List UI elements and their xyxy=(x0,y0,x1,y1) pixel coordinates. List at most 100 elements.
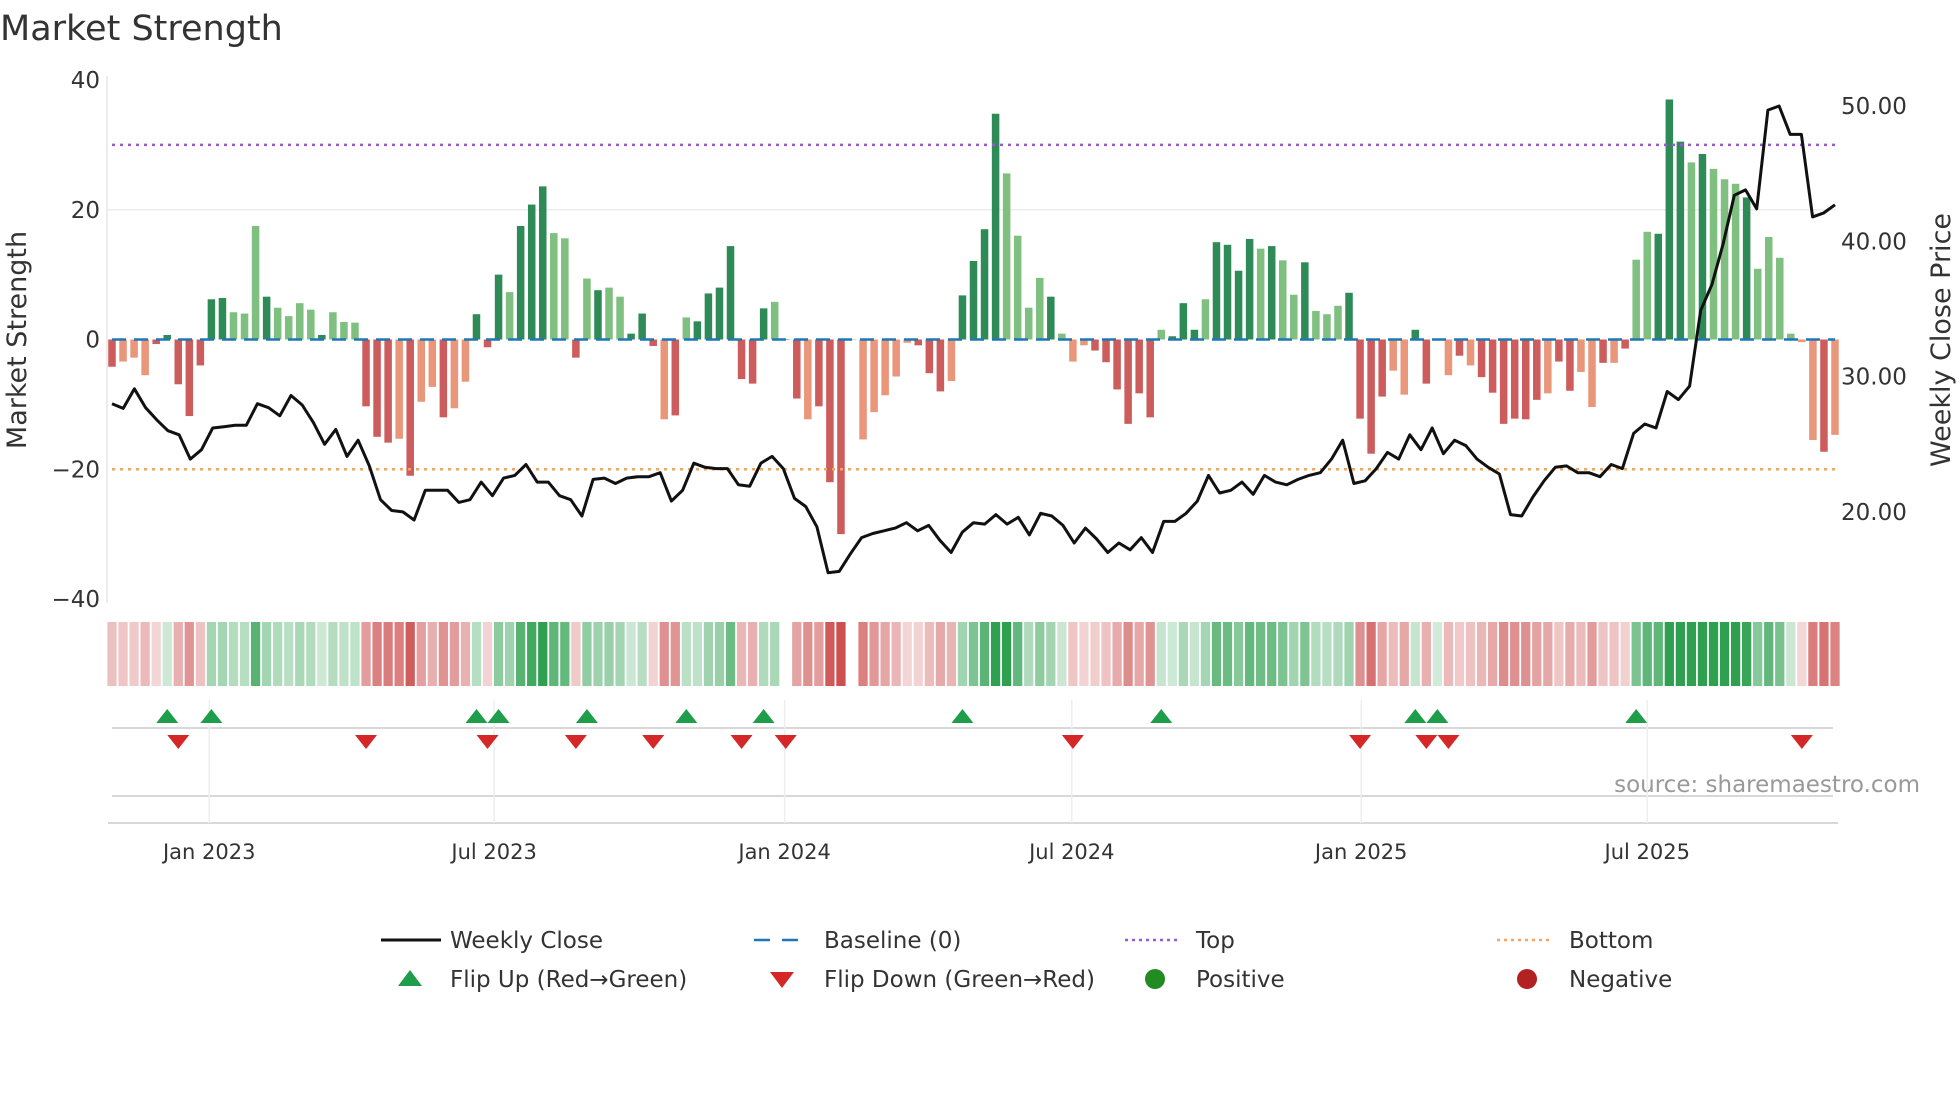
bar-negative xyxy=(748,339,757,384)
flip-down-marker xyxy=(355,735,378,749)
strength-strip-cell xyxy=(273,622,283,686)
bar-positive xyxy=(1002,173,1011,340)
legend-label-positive: Positive xyxy=(1196,967,1285,993)
bar-positive xyxy=(1234,270,1243,340)
bar-negative xyxy=(395,339,403,439)
x-tick-label: Jul 2024 xyxy=(1027,840,1114,864)
strength-strip-cell xyxy=(1543,622,1553,686)
strength-strip-cell xyxy=(1454,622,1465,686)
flip-up-marker xyxy=(752,709,775,723)
bar-negative xyxy=(881,339,889,396)
bar-negative xyxy=(1555,339,1563,362)
bar-negative xyxy=(660,339,668,420)
strength-strip-cell xyxy=(1278,622,1288,686)
bar-negative xyxy=(936,339,945,392)
strength-strip-cell xyxy=(703,622,714,686)
bar-positive xyxy=(1279,260,1287,340)
legend-label-negative: Negative xyxy=(1569,967,1672,993)
bar-negative xyxy=(1135,339,1143,394)
strength-strip-cell xyxy=(1057,622,1067,686)
strength-strip-cell xyxy=(339,622,349,686)
bar-negative xyxy=(373,339,381,437)
strength-strip-cell xyxy=(217,622,228,686)
bar-negative xyxy=(141,339,149,376)
bar-negative xyxy=(1389,339,1397,371)
strength-strip-cell xyxy=(261,622,272,686)
strength-strip-cell xyxy=(1189,622,1200,686)
bar-negative xyxy=(1102,339,1110,363)
strength-strip-cell xyxy=(538,622,548,686)
flip-down-marker xyxy=(1349,735,1372,749)
flip-down-marker xyxy=(774,735,797,749)
strength-strip-cell xyxy=(107,622,117,686)
bar-negative xyxy=(815,339,823,407)
strength-strip-cell xyxy=(173,622,183,686)
strength-strip-cell xyxy=(1565,622,1575,686)
bar-positive xyxy=(1632,259,1640,340)
bar-positive xyxy=(1179,303,1188,340)
bar-positive xyxy=(1411,329,1420,340)
bar-positive xyxy=(1323,314,1331,340)
strength-strip-cell xyxy=(1079,622,1089,686)
bar-negative xyxy=(1577,339,1585,372)
strength-strip-cell xyxy=(162,622,172,686)
strength-strip-cell xyxy=(814,622,824,686)
strength-strip-cell xyxy=(1289,622,1299,686)
y2-tick-label: 40.00 xyxy=(1841,229,1907,255)
bar-positive xyxy=(759,308,768,340)
bar-positive xyxy=(991,113,1000,340)
bar-positive xyxy=(1709,168,1718,340)
bar-positive xyxy=(340,321,348,340)
strength-strip-cell xyxy=(1366,622,1376,686)
bar-positive xyxy=(1290,294,1298,340)
bar-negative xyxy=(804,339,812,420)
bar-negative xyxy=(1455,339,1464,356)
bar-negative xyxy=(108,339,116,367)
bar-negative xyxy=(826,339,834,483)
strength-strip-cell xyxy=(460,622,471,686)
x-tick-label: Jan 2023 xyxy=(161,840,256,864)
strength-strip-cell xyxy=(350,622,360,686)
strength-strip-cell xyxy=(924,622,934,686)
strength-strip-cell xyxy=(968,622,979,686)
strength-strip-cell xyxy=(946,622,957,686)
bar-positive xyxy=(616,296,624,340)
strength-strip-cell xyxy=(1001,622,1012,686)
strength-strip-cell xyxy=(747,622,758,686)
legend-flip-up-icon xyxy=(398,970,422,986)
strength-strip-cell xyxy=(284,622,294,686)
strength-strip-cell xyxy=(527,622,537,686)
bar-positive xyxy=(1676,141,1685,340)
strength-strip-cell xyxy=(1576,622,1586,686)
strength-strip-cell xyxy=(184,622,194,686)
bar-negative xyxy=(947,339,956,382)
legend-label-bottom: Bottom xyxy=(1569,928,1653,954)
strength-strip-cell xyxy=(1024,622,1034,686)
flip-up-marker xyxy=(1150,709,1173,723)
bar-positive xyxy=(527,204,536,340)
y-tick-label: 40 xyxy=(71,68,100,94)
y2-axis-label: Weekly Close Price xyxy=(1926,213,1957,467)
bar-negative xyxy=(1124,339,1132,424)
strength-strip-cell xyxy=(1244,622,1255,686)
strength-strip-cell xyxy=(416,622,426,686)
strength-strip-cell xyxy=(1377,622,1387,686)
bar-positive xyxy=(538,186,547,340)
flip-down-marker xyxy=(1415,735,1438,749)
bar-positive xyxy=(1742,197,1751,340)
bar-negative xyxy=(428,339,437,387)
bar-positive xyxy=(1036,277,1044,340)
bar-negative xyxy=(1544,339,1552,394)
strength-strip-cell xyxy=(615,622,625,686)
bar-positive xyxy=(1753,268,1762,340)
strength-strip-cell xyxy=(1399,622,1409,686)
flip-down-marker xyxy=(564,735,587,749)
strength-strip-cell xyxy=(1775,622,1785,686)
strength-strip-cell xyxy=(1465,622,1476,686)
flip-down-marker xyxy=(167,735,190,749)
legend-negative-icon xyxy=(1517,969,1537,989)
bar-positive xyxy=(218,297,227,340)
strength-strip-cell xyxy=(1510,622,1520,686)
strength-strip-cell xyxy=(471,622,482,686)
bar-positive xyxy=(1665,99,1674,340)
